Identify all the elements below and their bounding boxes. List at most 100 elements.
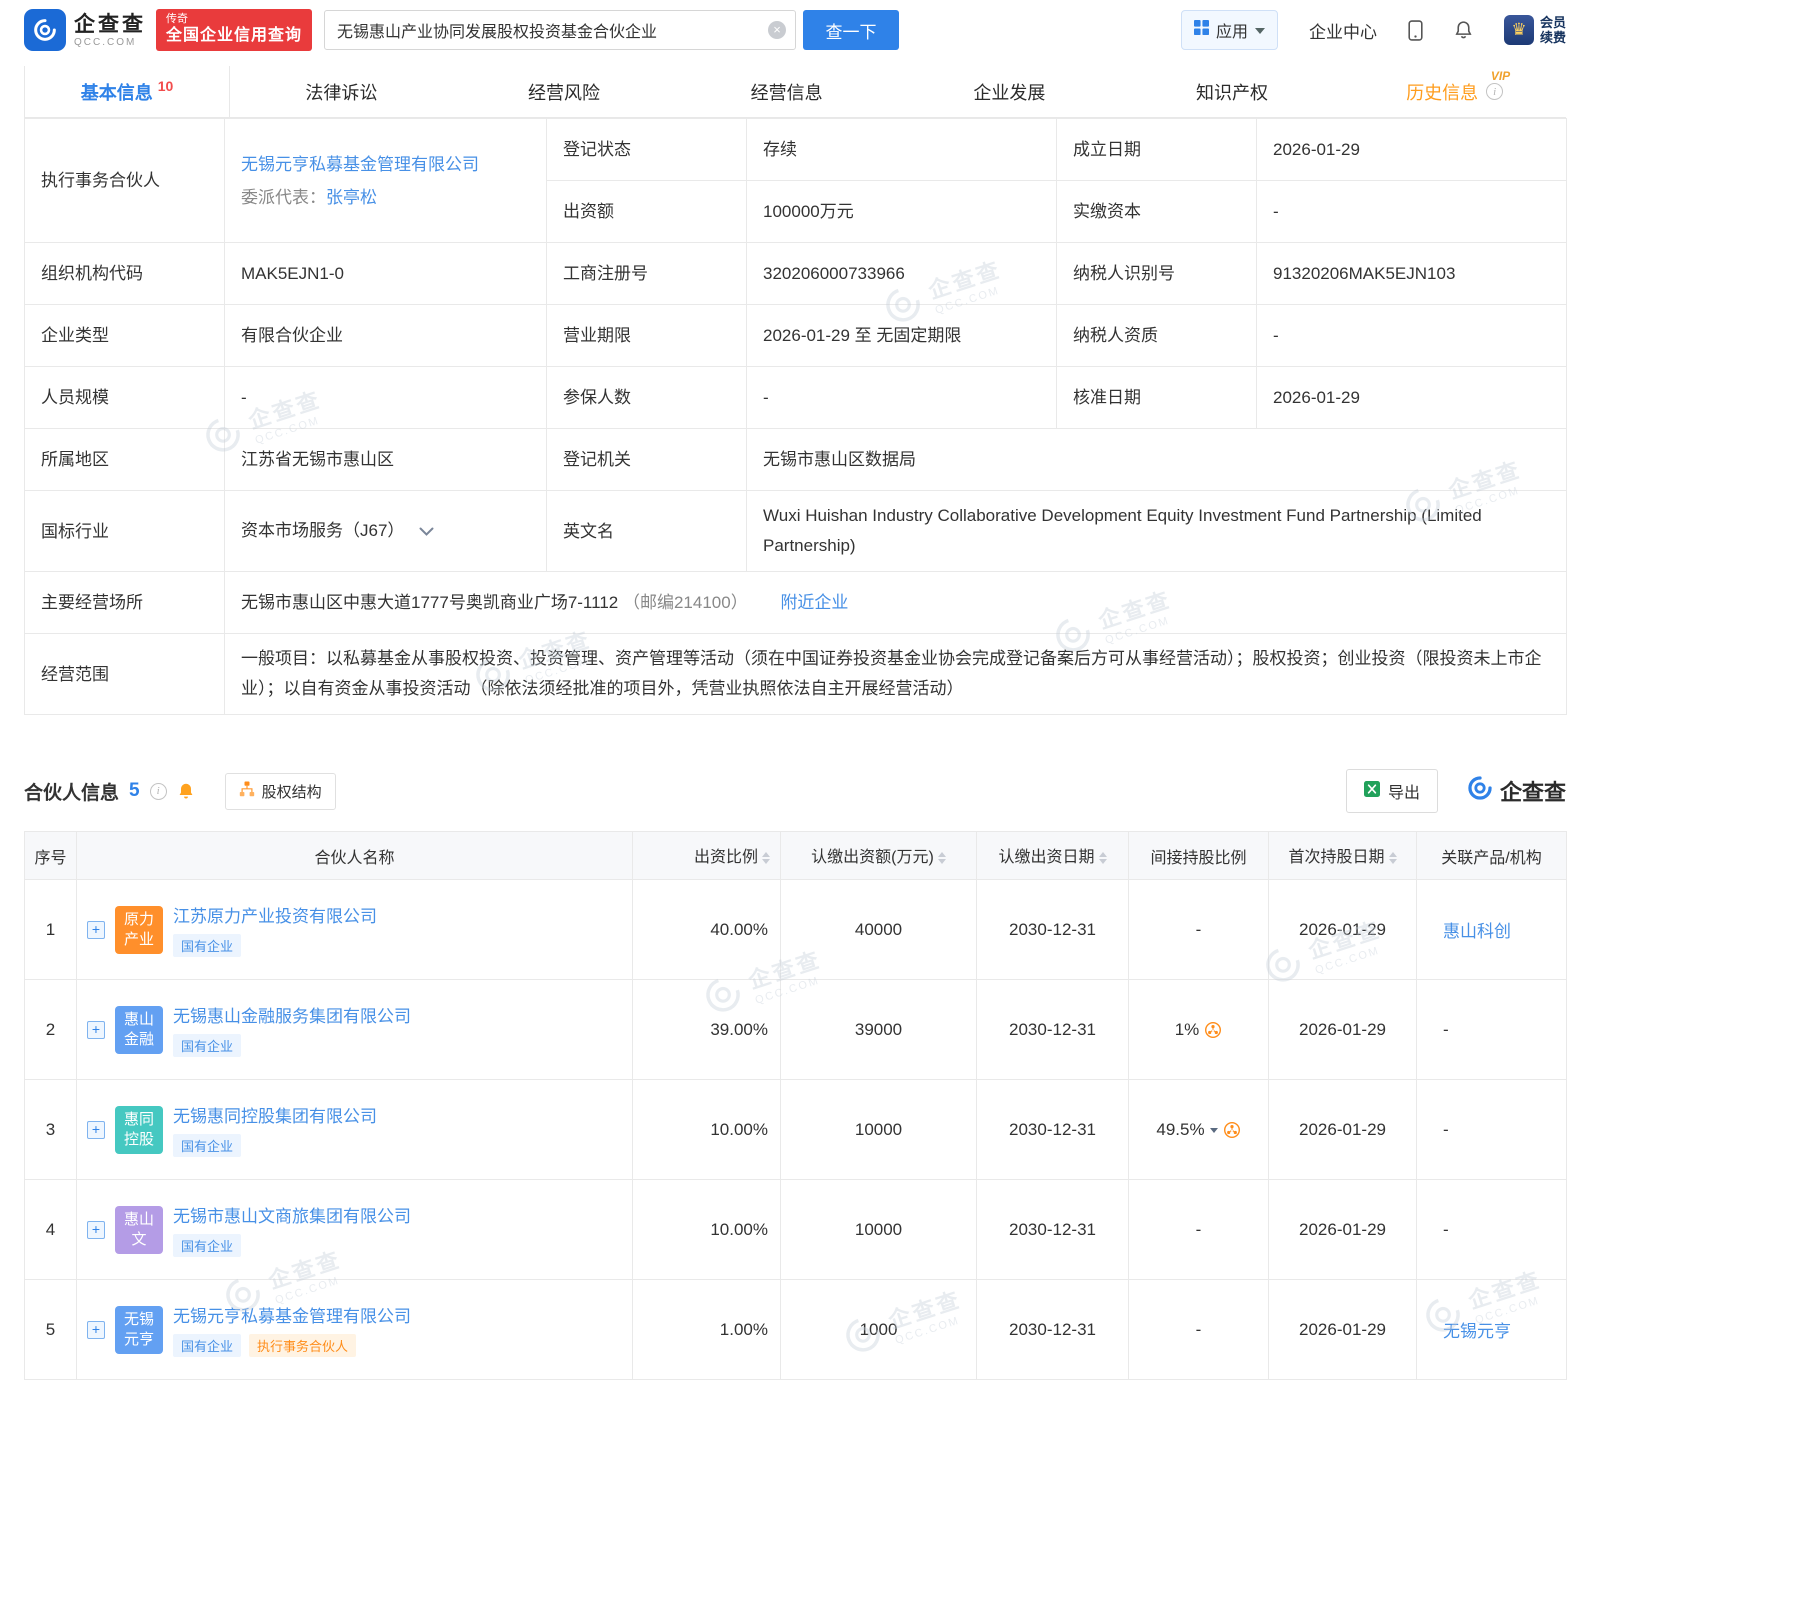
label-english-name: 英文名 [547, 491, 747, 572]
tab-intellectual-property[interactable]: 知识产权 [1121, 66, 1344, 117]
partner-row: 5 + 无锡元亨 无锡元亨私募基金管理有限公司 国有企业 执行事务合伙人 [25, 1280, 1567, 1380]
tab-legal-proceedings[interactable]: 法律诉讼 [230, 66, 453, 117]
partner-name-link[interactable]: 江苏原力产业投资有限公司 [173, 902, 377, 927]
indirect-cell: - [1129, 1280, 1269, 1380]
slogan-top: 传奇 [166, 12, 302, 26]
label-reg-authority: 登记机关 [547, 429, 747, 491]
related-product-link[interactable]: 惠山科创 [1443, 922, 1511, 941]
partner-avatar: 惠山文 [115, 1206, 163, 1254]
indirect-cell: 49.5% [1129, 1080, 1269, 1180]
value-reg-authority: 无锡市惠山区数据局 [747, 429, 1567, 491]
date-cell: 2030-12-31 [977, 980, 1129, 1080]
row-no: 2 [25, 980, 77, 1080]
tab-company-development[interactable]: 企业发展 [898, 66, 1121, 117]
expand-row-button[interactable]: + [87, 1121, 105, 1139]
row-no: 4 [25, 1180, 77, 1280]
column-subscribed-date[interactable]: 认缴出资日期 [977, 832, 1129, 880]
indirect-cell: - [1129, 880, 1269, 980]
crown-icon: ♛ [1504, 15, 1534, 45]
enterprise-center-link[interactable]: 企业中心 [1309, 18, 1377, 43]
column-related-products: 关联产品/机构 [1417, 832, 1567, 880]
column-no: 序号 [25, 832, 77, 880]
industry-chevron-down-icon[interactable] [419, 518, 434, 545]
expand-row-button[interactable]: + [87, 1221, 105, 1239]
expand-row-button[interactable]: + [87, 1321, 105, 1339]
value-taxpayer-quality: - [1257, 305, 1567, 367]
equity-penetration-icon[interactable] [1223, 1121, 1241, 1139]
expand-row-button[interactable]: + [87, 1021, 105, 1039]
page: 企查查 QCC.COM 传奇 全国企业信用查询 × 查一下 应用 企业中心 [0, 0, 1590, 1380]
tab-operation-risk[interactable]: 经营风险 [453, 66, 676, 117]
date-cell: 2030-12-31 [977, 880, 1129, 980]
partner-name-link[interactable]: 无锡惠同控股集团有限公司 [173, 1102, 377, 1127]
mobile-app-icon[interactable] [1408, 20, 1423, 41]
amount-cell: 1000 [781, 1280, 977, 1380]
label-established-date: 成立日期 [1057, 119, 1257, 181]
ratio-cell: 1.00% [633, 1280, 781, 1380]
partner-name-cell: + 惠同控股 无锡惠同控股集团有限公司 国有企业 [77, 1080, 633, 1180]
amount-cell: 10000 [781, 1180, 977, 1280]
first-date-cell: 2026-01-29 [1269, 1080, 1417, 1180]
exec-partner-company-link[interactable]: 无锡元亨私募基金管理有限公司 [241, 155, 479, 174]
clear-search-icon[interactable]: × [768, 21, 786, 39]
info-icon[interactable]: i [150, 783, 167, 800]
value-reg-no: 320206000733966 [747, 243, 1057, 305]
info-icon[interactable]: i [1486, 83, 1503, 100]
search-button[interactable]: 查一下 [803, 10, 899, 50]
tab-history-info[interactable]: 历史信息 VIP i [1343, 66, 1566, 117]
nearby-companies-link[interactable]: 附近企业 [780, 593, 848, 612]
notification-bell-icon[interactable] [1454, 20, 1473, 40]
column-ratio[interactable]: 出资比例 [633, 832, 781, 880]
export-button[interactable]: 导出 [1346, 769, 1438, 813]
related-cell: 无锡元亨 [1417, 1280, 1567, 1380]
ratio-cell: 40.00% [633, 880, 781, 980]
partner-avatar: 原力产业 [115, 906, 163, 954]
row-no: 5 [25, 1280, 77, 1380]
tab-operation-info[interactable]: 经营信息 [675, 66, 898, 117]
value-region: 江苏省无锡市惠山区 [225, 429, 547, 491]
date-cell: 2030-12-31 [977, 1280, 1129, 1380]
membership-renew-button[interactable]: ♛ 会员 续费 [1504, 15, 1566, 45]
column-subscribed-amount[interactable]: 认缴出资额(万元) [781, 832, 977, 880]
label-paid-capital: 实缴资本 [1057, 181, 1257, 243]
column-partner-name: 合伙人名称 [77, 832, 633, 880]
equity-penetration-icon[interactable] [1204, 1021, 1222, 1039]
state-owned-tag: 国有企业 [173, 1034, 241, 1057]
first-date-cell: 2026-01-29 [1269, 980, 1417, 1080]
apps-grid-icon [1194, 20, 1209, 40]
value-org-code: MAK5EJN1-0 [225, 243, 547, 305]
state-owned-tag: 国有企业 [173, 1134, 241, 1157]
chevron-down-icon[interactable] [1210, 1128, 1218, 1137]
value-address: 无锡市惠山区中惠大道1777号奥凯商业广场7-1112 （邮编214100） 附… [225, 572, 1567, 634]
value-paid-capital: - [1257, 181, 1567, 243]
partners-section: 合伙人信息 5 i 股权结构 导出 [24, 769, 1566, 1380]
partner-name-link[interactable]: 无锡市惠山文商旅集团有限公司 [173, 1202, 411, 1227]
expand-row-button[interactable]: + [87, 921, 105, 939]
qcc-home-link[interactable]: 企查查 QCC.COM [24, 9, 146, 51]
date-cell: 2030-12-31 [977, 1180, 1129, 1280]
related-cell: - [1417, 980, 1567, 1080]
related-cell: - [1417, 1180, 1567, 1280]
column-first-holding-date[interactable]: 首次持股日期 [1269, 832, 1417, 880]
brand-text: 企查查 QCC.COM [74, 13, 146, 48]
membership-renew-label: 会员 续费 [1540, 15, 1566, 45]
label-capital: 出资额 [547, 181, 747, 243]
value-reg-status: 存续 [747, 119, 1057, 181]
partner-name-link[interactable]: 无锡元亨私募基金管理有限公司 [173, 1302, 411, 1327]
sort-icon [1389, 848, 1397, 868]
related-cell: 惠山科创 [1417, 880, 1567, 980]
equity-structure-button[interactable]: 股权结构 [225, 773, 336, 810]
subscribe-bell-icon[interactable] [177, 782, 195, 801]
search-input[interactable] [324, 10, 796, 50]
delegate-name-link[interactable]: 张亭松 [326, 188, 377, 207]
apps-menu-button[interactable]: 应用 [1181, 10, 1278, 50]
qcc-logo-icon [24, 9, 66, 51]
tab-basic-info[interactable]: 基本信息 10 [24, 66, 230, 117]
partner-name-link[interactable]: 无锡惠山金融服务集团有限公司 [173, 1002, 411, 1027]
value-insured-count: - [747, 367, 1057, 429]
partner-row: 1 + 原力产业 江苏原力产业投资有限公司 国有企业 40.00% 40000 [25, 880, 1567, 980]
related-product-link[interactable]: 无锡元亨 [1443, 1322, 1511, 1341]
amount-cell: 10000 [781, 1080, 977, 1180]
value-english-name: Wuxi Huishan Industry Collaborative Deve… [747, 491, 1567, 572]
date-cell: 2030-12-31 [977, 1080, 1129, 1180]
